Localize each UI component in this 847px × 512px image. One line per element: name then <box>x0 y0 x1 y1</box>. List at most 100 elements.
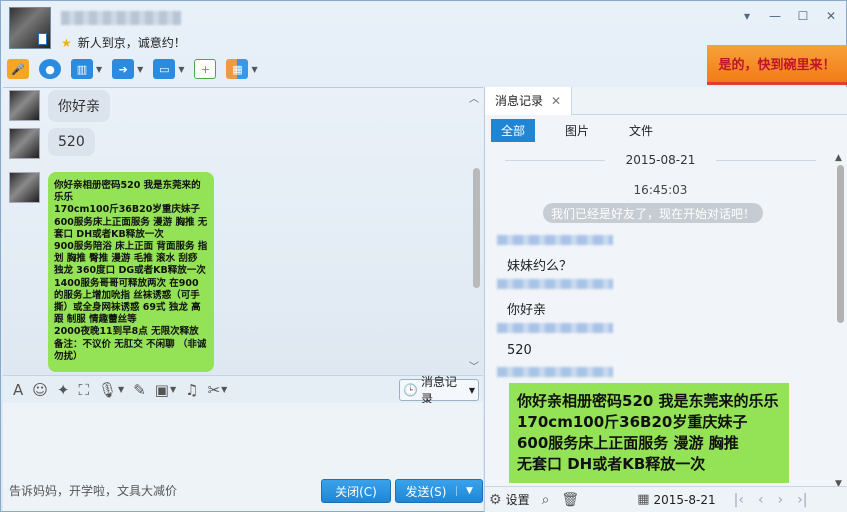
history-entry: 520 <box>507 343 532 358</box>
magic-wand-icon[interactable]: ✦ <box>57 381 70 399</box>
sender-name-blurred <box>497 367 613 377</box>
message-bubble-green: 你好亲相册密码520 我是东莞来的乐乐 170cm100斤36B20岁重庆妹子 … <box>48 172 214 372</box>
first-page-icon[interactable]: |‹ <box>734 492 744 508</box>
filter-files[interactable]: 文件 <box>619 119 663 142</box>
menu-dropdown-icon[interactable]: ▾ <box>740 9 754 23</box>
contact-signature: ★ 新人到京，诚意约！ <box>61 34 186 51</box>
screen-share-icon: ▥ <box>71 59 93 79</box>
chevron-down-icon: ▼ <box>468 385 475 395</box>
last-page-icon[interactable]: ›| <box>797 492 807 508</box>
remote-desktop-icon: ▭ <box>153 59 176 79</box>
close-icon[interactable]: ✕ <box>551 94 561 108</box>
apps-icon: ▦ <box>226 59 249 79</box>
calendar-icon[interactable]: ▦ <box>637 492 649 507</box>
close-icon[interactable]: ✕ <box>824 9 838 23</box>
message-bubble: 你好亲 <box>48 90 110 122</box>
add-chat-button[interactable]: + <box>194 59 217 79</box>
screen-share-button[interactable]: ▥ ▼ <box>71 59 102 79</box>
filter-all[interactable]: 全部 <box>491 118 536 142</box>
sender-name-blurred <box>497 323 613 333</box>
contact-avatar[interactable] <box>9 7 51 49</box>
chat-message: 520 <box>9 128 95 159</box>
voice-message-icon[interactable]: 🎙 ▼ <box>98 381 124 399</box>
system-message: 我们已经是好友了，现在开始对话吧！ <box>543 203 763 223</box>
tab-message-history[interactable]: 消息记录 ✕ <box>485 86 573 115</box>
scrollbar-thumb[interactable] <box>473 168 480 288</box>
chevron-down-icon[interactable]: ▼ <box>178 65 184 74</box>
prev-page-icon[interactable]: ‹ <box>758 492 764 508</box>
gear-icon[interactable]: ⚙ <box>489 492 502 508</box>
file-transfer-icon: ➜ <box>112 59 135 79</box>
minimize-icon[interactable]: — <box>768 9 782 23</box>
mobile-status-icon <box>38 33 47 45</box>
settings-link[interactable]: 设置 <box>506 491 530 508</box>
filter-images[interactable]: 图片 <box>555 119 599 142</box>
input-toolbar: A ☺ ✦ ⛶ 🎙 ▼ ✎ ▣ ▼ ♫ ✂ ▼ 🕒 消息记录 ▼ <box>3 375 483 406</box>
footer-date[interactable]: 2015-8-21 <box>654 493 716 507</box>
chevron-up-icon[interactable]: ▲ <box>835 153 842 163</box>
music-icon[interactable]: ♫ <box>185 381 198 399</box>
history-content: 2015-08-21 16:45:03 我们已经是好友了，现在开始对话吧！ 妹妹… <box>485 145 836 483</box>
next-page-icon[interactable]: › <box>778 492 784 508</box>
signature-text: 新人到京，诚意约！ <box>77 36 186 50</box>
apps-button[interactable]: ▦ ▼ <box>226 59 258 79</box>
mic-icon: 🎤 <box>7 59 29 79</box>
avatar[interactable] <box>9 128 40 159</box>
emoji-icon[interactable]: ☺ <box>32 381 48 399</box>
sender-name-blurred <box>497 235 613 245</box>
delete-icon[interactable]: 🗑 <box>561 492 579 508</box>
chevron-down-icon[interactable]: ▼ <box>251 65 257 74</box>
scrollbar-thumb[interactable] <box>837 165 844 323</box>
history-scrollbar[interactable]: ▲ ▼ <box>835 153 845 489</box>
chat-scrollbar[interactable]: ︿ ﹀ <box>469 88 481 375</box>
history-date: 2015-08-21 <box>485 153 836 167</box>
tab-label: 消息记录 <box>495 94 544 108</box>
history-entry: 你好亲 <box>507 303 547 318</box>
star-icon: ★ <box>61 35 72 50</box>
send-options-dropdown[interactable]: ▼ <box>456 486 482 496</box>
message-history-panel: 消息记录 ✕ 全部 图片 文件 2015-08-21 16:45:03 我们已经… <box>484 86 847 512</box>
window-controls: ▾ — ☐ ✕ <box>740 9 838 23</box>
screenshot-icon[interactable]: ⛶ <box>78 381 89 399</box>
add-chat-icon: + <box>194 59 217 79</box>
clock-icon: 🕒 <box>403 383 418 397</box>
video-call-button[interactable]: ● <box>39 59 61 79</box>
message-bubble: 520 <box>48 128 95 156</box>
text-ad-link[interactable]: 告诉妈妈，开学啦，文具大减价 <box>9 482 177 499</box>
history-footer: ⚙ 设置 ⌕ 🗑 ▦ 2015-8-21 |‹ ‹ › ›| <box>485 486 847 512</box>
history-message-green: 你好亲相册密码520 我是东莞来的乐乐 170cm100斤36B20岁重庆妹子 … <box>509 383 789 483</box>
chat-window: ★ 新人到京，诚意约！ ▾ — ☐ ✕ 🎤 ● ▥ ▼ ➜ ▼ ▭ ▼ + ▦ ▼ 是的… <box>0 0 847 512</box>
send-button-label: 发送(S) <box>405 484 447 499</box>
history-button-label: 消息记录 <box>420 375 457 406</box>
chat-message: 你好亲 <box>9 90 110 122</box>
close-button[interactable]: 关闭(C) <box>321 479 391 503</box>
ad-banner[interactable]: 是的，快到碗里来！ <box>707 45 847 85</box>
chevron-up-icon[interactable]: ︿ <box>469 90 479 105</box>
history-pagination: |‹ ‹ › ›| <box>734 492 808 508</box>
history-entry: 妹妹约么？ <box>507 259 573 274</box>
chat-message: 你好亲相册密码520 我是东莞来的乐乐 170cm100斤36B20岁重庆妹子 … <box>9 172 214 372</box>
scissors-icon[interactable]: ✂ ▼ <box>208 381 228 399</box>
message-history-button[interactable]: 🕒 消息记录 ▼ <box>399 375 479 406</box>
voice-call-button[interactable]: 🎤 <box>7 59 29 79</box>
history-filters: 全部 图片 文件 <box>485 115 847 145</box>
edit-icon[interactable]: ✎ <box>133 381 146 399</box>
chevron-down-icon[interactable]: ▼ <box>96 65 102 74</box>
send-button[interactable]: 发送(S) ▼ <box>395 479 483 503</box>
image-icon[interactable]: ▣ ▼ <box>155 381 176 399</box>
search-icon[interactable]: ⌕ <box>542 492 550 508</box>
avatar[interactable] <box>9 172 40 203</box>
file-transfer-button[interactable]: ➜ ▼ <box>112 59 143 79</box>
message-input[interactable]: 告诉妈妈，开学啦，文具大减价 关闭(C) 发送(S) ▼ <box>3 403 483 511</box>
history-time: 16:45:03 <box>633 183 688 197</box>
avatar[interactable] <box>9 90 40 121</box>
sender-name-blurred <box>497 279 613 289</box>
chevron-down-icon[interactable]: ▼ <box>137 65 143 74</box>
remote-desktop-button[interactable]: ▭ ▼ <box>153 59 184 79</box>
font-icon[interactable]: A <box>13 381 23 399</box>
chevron-down-icon[interactable]: ﹀ <box>469 358 479 373</box>
contact-name-blurred <box>61 11 181 25</box>
history-tabbar: 消息记录 ✕ <box>485 86 847 115</box>
maximize-icon[interactable]: ☐ <box>796 9 810 23</box>
chat-message-area: 你好亲 520 你好亲相册密码520 我是东莞来的乐乐 170cm100斤36B… <box>3 87 483 375</box>
